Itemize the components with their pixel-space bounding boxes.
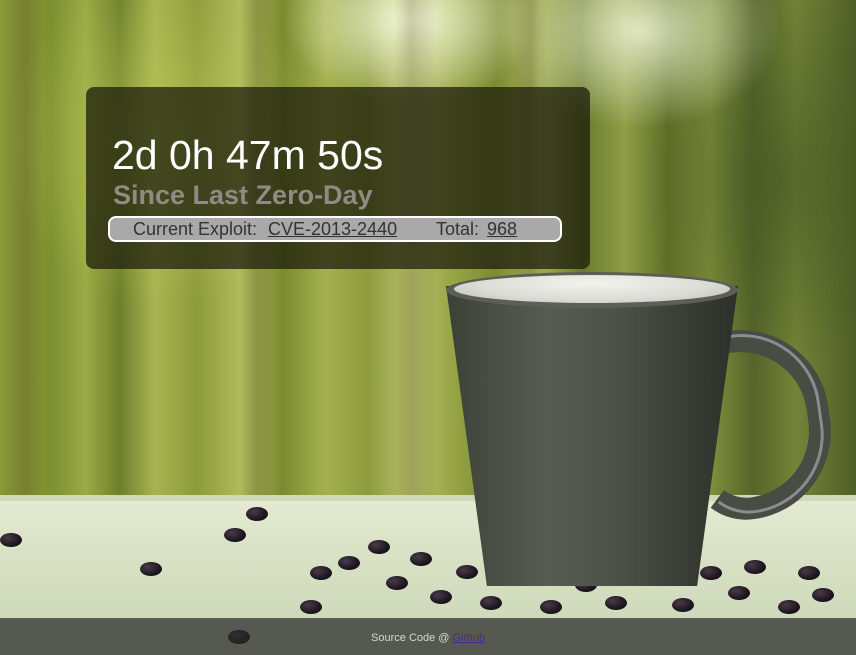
source-code-label: Source Code @ [371,632,453,644]
coffee-bean [410,552,432,566]
coffee-bean [386,576,408,590]
total-label: Total: [436,219,480,239]
coffee-bean [605,596,627,610]
coffee-bean [140,562,162,576]
coffee-bean [798,566,820,580]
coffee-bean [540,600,562,614]
coffee-bean [368,540,390,554]
coffee-bean [300,600,322,614]
zero-day-counter-panel: 2d 0h 47m 50s Since Last Zero-Day Curren… [86,87,590,269]
counter-subtitle: Since Last Zero-Day [113,180,373,210]
coffee-bean [310,566,332,580]
coffee-bean [744,560,766,574]
current-exploit-label: Current Exploit: [133,219,258,239]
coffee-bean [778,600,800,614]
coffee-bean [246,507,268,521]
current-exploit-link[interactable]: CVE-2013-2440 [268,218,397,240]
coffee-bean [224,528,246,542]
coffee-bean [338,556,360,570]
mug-body [446,286,738,586]
exploit-info-bar: Current Exploit: CVE-2013-2440 Total: 96… [108,216,562,242]
coffee-bean [672,598,694,612]
mug-inside [454,275,730,303]
footer-bar: Source Code @ Github [0,618,856,655]
coffee-bean [480,596,502,610]
github-link[interactable]: Github [453,632,485,644]
coffee-mug-photo [446,272,843,590]
coffee-bean [812,588,834,602]
elapsed-time: 2d 0h 47m 50s [112,132,384,178]
coffee-bean [430,590,452,604]
total-count-link[interactable]: 968 [487,218,517,240]
page: 2d 0h 47m 50s Since Last Zero-Day Curren… [0,0,856,655]
coffee-bean [0,533,22,547]
